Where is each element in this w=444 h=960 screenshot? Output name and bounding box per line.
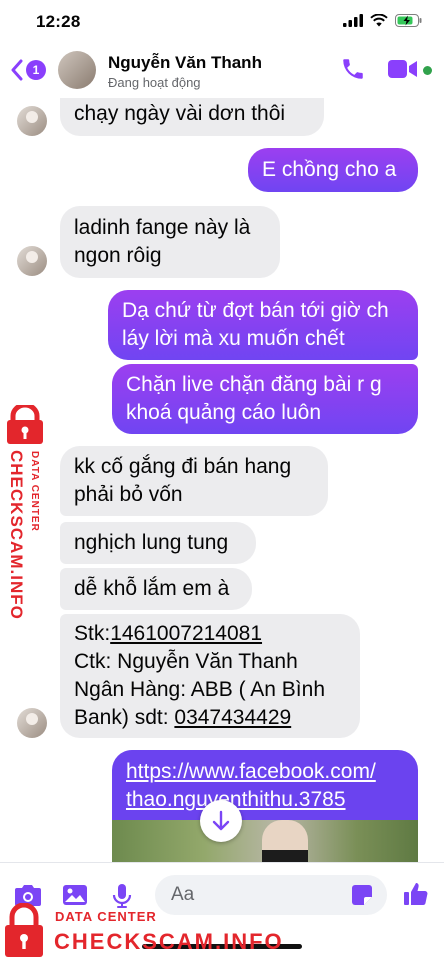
watermark-label: DATA CENTER: [55, 909, 157, 924]
sender-avatar: [17, 106, 47, 136]
contact-avatar[interactable]: [58, 51, 96, 89]
message-bubble-bank-info[interactable]: Stk:1461007214081 Ctk: Nguyễn Văn Thanh …: [60, 614, 360, 738]
message-text: Dạ chứ từ đợt bán tới giờ ch: [122, 299, 389, 322]
signal-icon: [343, 14, 363, 27]
message-bubble-incoming[interactable]: kk cố gắng đi bán hang phải bỏ vốn: [60, 446, 328, 516]
scroll-to-bottom-button[interactable]: [200, 800, 242, 842]
sender-avatar: [17, 708, 47, 738]
message-bubble-incoming[interactable]: nghịch lung tung: [60, 522, 256, 564]
message-bubble-incoming[interactable]: ladinh fange này là ngon rôig: [60, 206, 280, 278]
conversation-header: 1 Nguyễn Văn Thanh Đang hoạt động: [0, 44, 444, 98]
message-bubble-incoming[interactable]: dễ khỗ lắm em à: [60, 568, 252, 610]
link-preview-card[interactable]: https://www.facebook.com/ thao.nguyenthi…: [112, 750, 418, 862]
message-text: láy lời mà xu muốn chết: [122, 327, 345, 350]
account-line: Stk:1461007214081: [74, 620, 346, 648]
message-text: dễ khỗ lắm em à: [74, 577, 230, 600]
link-preview-image[interactable]: [112, 820, 418, 862]
unread-badge: 1: [26, 60, 46, 80]
message-text: E chồng cho a: [262, 158, 397, 181]
link-url-line[interactable]: thao.nguyenthithu.3785: [126, 786, 376, 814]
sender-avatar: [17, 246, 47, 276]
holder-line: Ctk: Nguyễn Văn Thanh: [74, 650, 298, 673]
watermark-side: CHECKSCAM.INFO DATA CENTER: [0, 405, 46, 635]
watermark-label: DATA CENTER: [29, 451, 40, 532]
arrow-down-icon: [212, 810, 230, 831]
message-bubble-outgoing[interactable]: E chồng cho a: [248, 148, 418, 192]
message-list[interactable]: chạy ngày vài dơn thôi E chồng cho a lad…: [0, 98, 444, 862]
message-text: phải bỏ vốn: [74, 483, 183, 506]
wifi-icon: [370, 14, 388, 27]
back-chevron-icon: [11, 59, 23, 81]
message-bubble-outgoing[interactable]: Chặn live chặn đăng bài r g khoá quảng c…: [112, 364, 418, 434]
sticker-icon[interactable]: [351, 884, 373, 906]
bank-line: Ngân Hàng: ABB ( An Bình: [74, 678, 325, 701]
lock-icon: [5, 903, 43, 957]
message-text: chạy ngày vài dơn thôi: [74, 102, 286, 125]
status-time: 12:28: [36, 12, 81, 31]
contact-status: Đang hoạt động: [108, 75, 201, 90]
message-text: nghịch lung tung: [74, 531, 229, 554]
phone-number-link[interactable]: 0347434429: [174, 706, 291, 729]
message-text: ladinh fange này là: [74, 216, 251, 239]
phone-icon[interactable]: [340, 56, 366, 82]
back-button[interactable]: 1: [10, 56, 50, 84]
phone-line: Bank) sdt: 0347434429: [74, 704, 346, 732]
status-bar: 12:28: [0, 0, 444, 44]
link-url-line[interactable]: https://www.facebook.com/: [126, 758, 376, 786]
account-label: Stk:: [74, 622, 111, 645]
watermark-brand: CHECKSCAM.INFO: [7, 450, 26, 620]
like-icon[interactable]: [403, 881, 429, 907]
message-text: khoá quảng cáo luôn: [126, 401, 321, 424]
battery-charging-icon: [395, 14, 422, 27]
message-bubble-outgoing[interactable]: Dạ chứ từ đợt bán tới giờ ch láy lời mà …: [108, 290, 418, 360]
watermark-brand: CHECKSCAM.INFO: [54, 929, 284, 954]
phone-label: Bank) sdt:: [74, 706, 175, 729]
message-bubble-incoming[interactable]: chạy ngày vài dơn thôi: [60, 98, 324, 136]
lock-icon: [7, 405, 43, 444]
account-number-link[interactable]: 1461007214081: [110, 622, 262, 645]
message-text: ngon rôig: [74, 244, 162, 267]
contact-name[interactable]: Nguyễn Văn Thanh: [108, 53, 262, 73]
video-camera-icon[interactable]: [388, 58, 418, 80]
watermark-bottom: DATA CENTER CHECKSCAM.INFO: [0, 900, 300, 960]
online-indicator: [423, 66, 432, 75]
status-icons: [343, 14, 422, 27]
message-text: kk cố gắng đi bán hang: [74, 455, 292, 478]
message-text: Chặn live chặn đăng bài r g: [126, 373, 382, 396]
